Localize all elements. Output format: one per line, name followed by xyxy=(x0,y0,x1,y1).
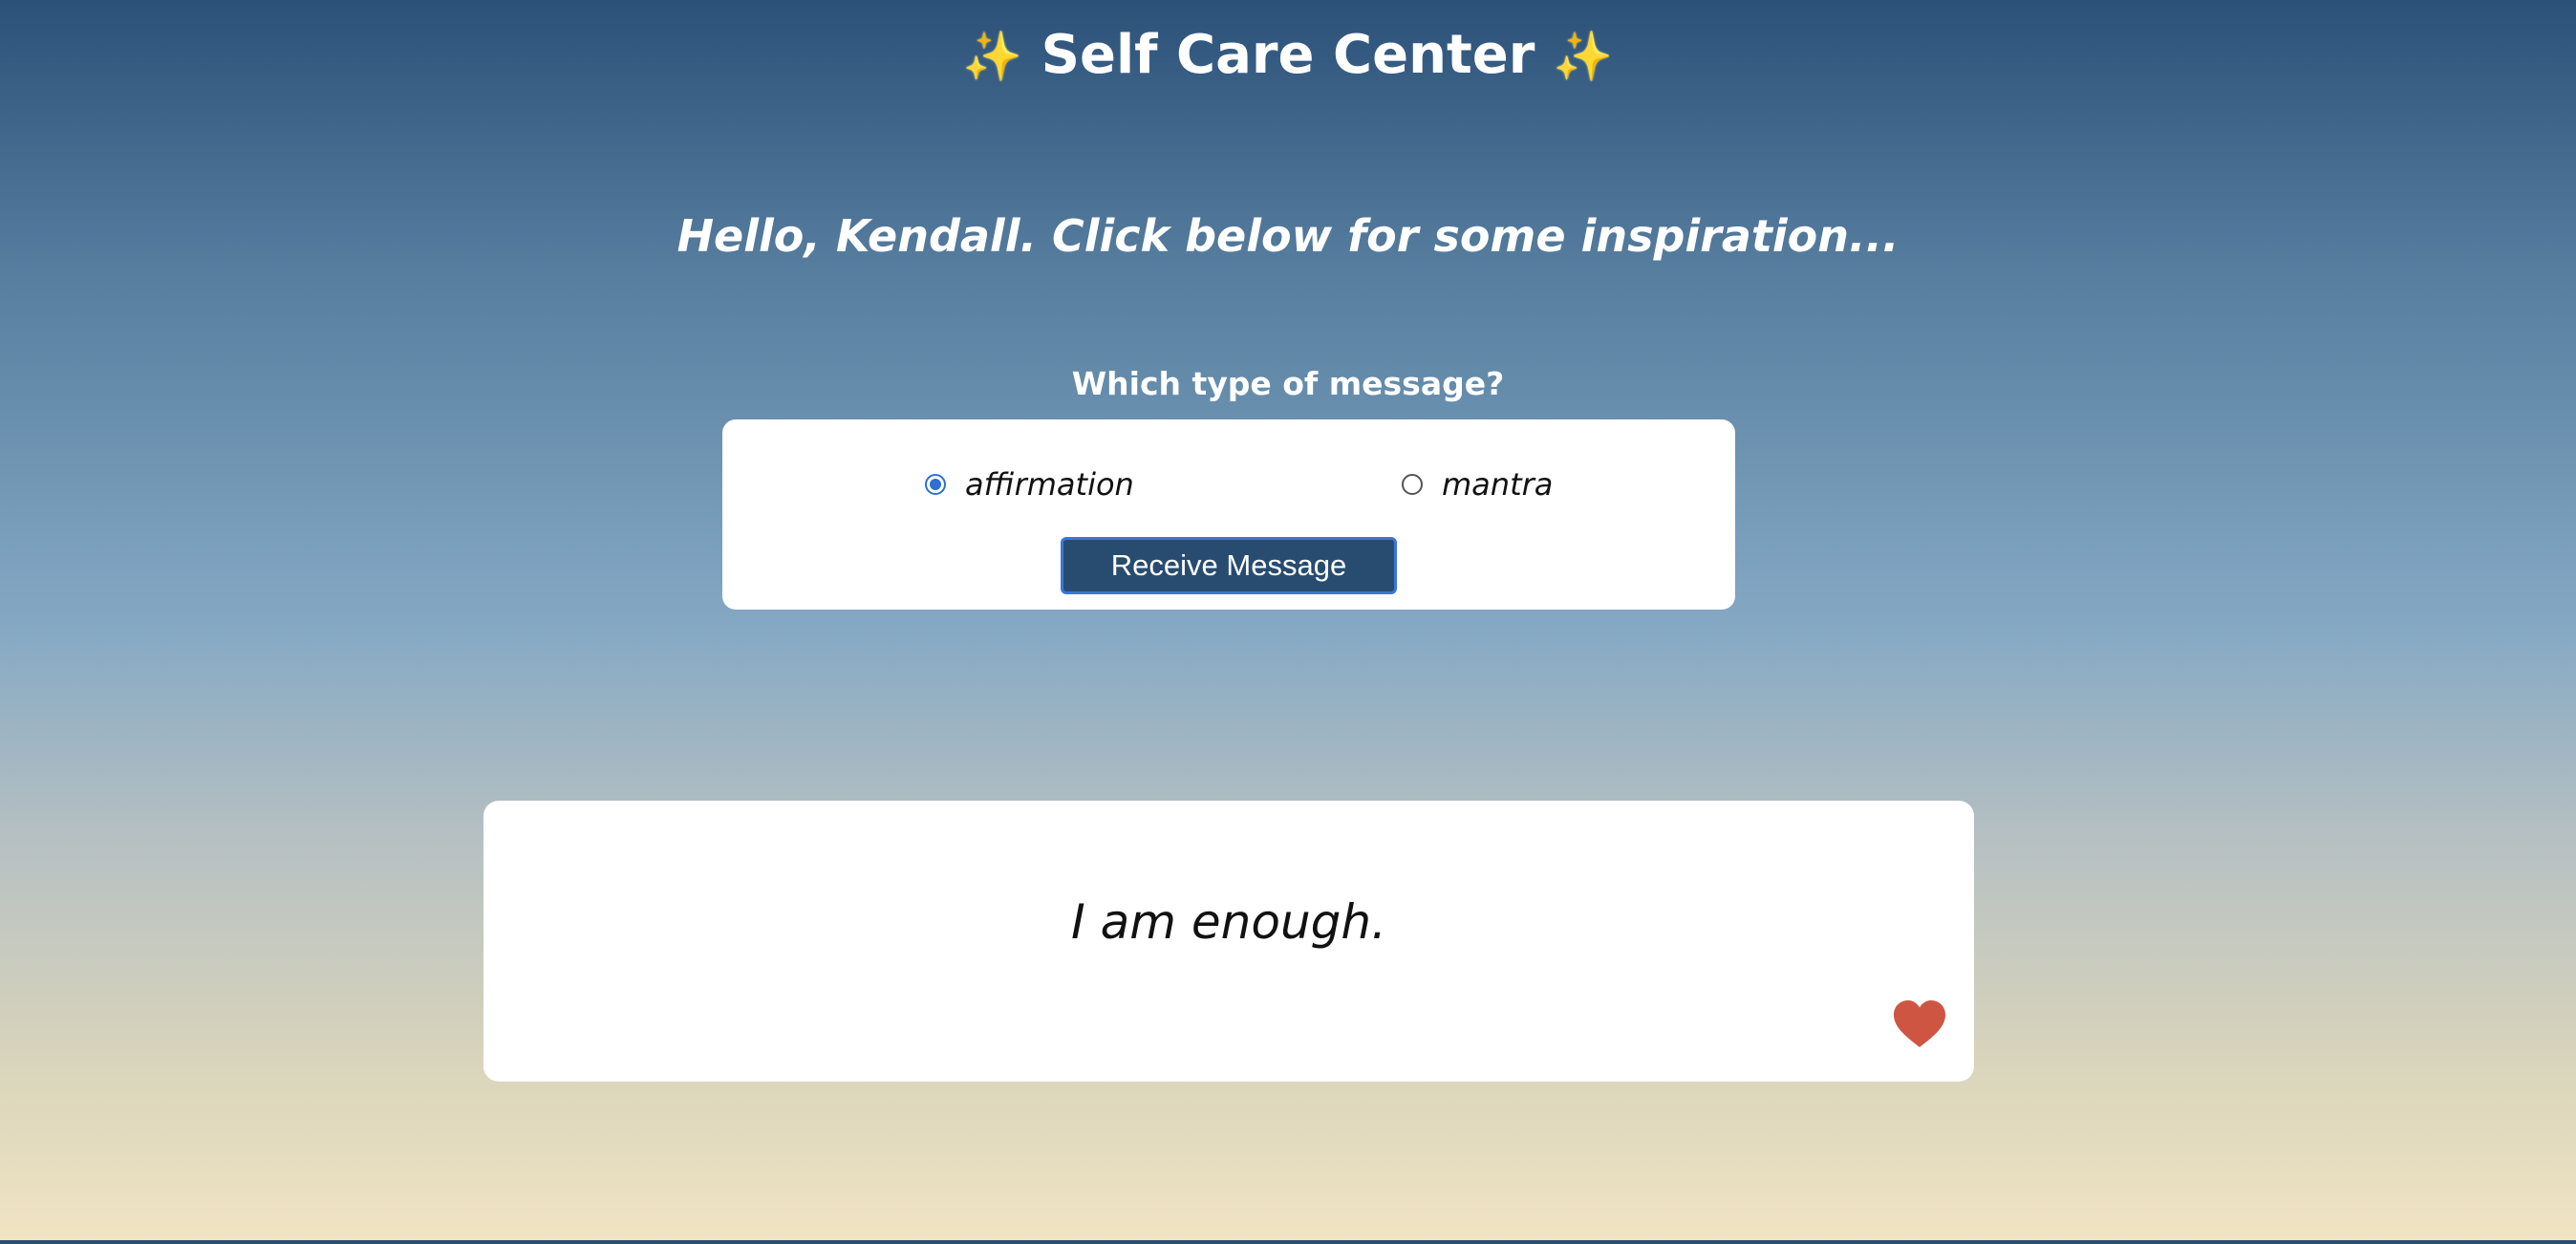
affirmation-radio-option[interactable]: affirmation xyxy=(925,461,1134,508)
mantra-radio-option[interactable]: mantra xyxy=(1402,461,1553,508)
message-type-form: affirmation mantra Receive Message xyxy=(722,419,1735,610)
heart-icon[interactable] xyxy=(1892,999,1947,1049)
message-text: I am enough. xyxy=(1071,894,1386,950)
bottom-border xyxy=(0,1240,2576,1244)
page-title-text: Self Care Center xyxy=(1041,24,1535,86)
sparkles-icon-right: ✨ xyxy=(1553,29,1614,84)
page-title: ✨ Self Care Center ✨ xyxy=(0,17,2576,95)
mantra-radio[interactable] xyxy=(1402,474,1423,495)
greeting-text: Hello, Kendall. Click below for some ins… xyxy=(676,210,1900,262)
affirmation-label[interactable]: affirmation xyxy=(965,466,1134,503)
message-card: I am enough. xyxy=(483,801,1974,1082)
mantra-label[interactable]: mantra xyxy=(1442,466,1553,503)
message-type-question: Which type of message? xyxy=(1071,365,1505,402)
affirmation-radio[interactable] xyxy=(925,474,946,495)
receive-message-button[interactable]: Receive Message xyxy=(1061,537,1397,594)
sparkles-icon-left: ✨ xyxy=(962,29,1023,84)
